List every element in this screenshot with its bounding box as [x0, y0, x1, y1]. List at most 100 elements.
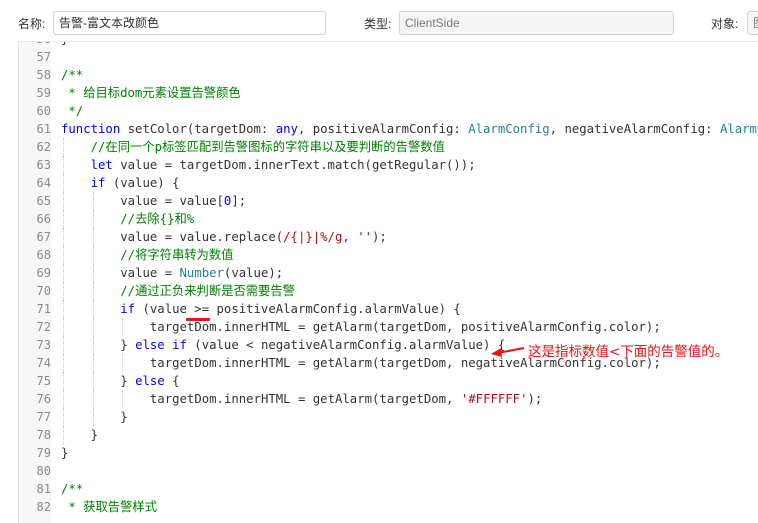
code-token: ];	[231, 194, 247, 208]
code-token: else if	[135, 338, 187, 352]
line-code: targetDom.innerHTML = getAlarm(targetDom…	[150, 390, 542, 408]
code-token: /**	[61, 68, 84, 82]
red-underline-mark	[186, 318, 210, 321]
line-code: //在同一个p标签匹配到告警图标的字符串以及要判断的告警数值	[91, 138, 445, 156]
line-code: function setColor(targetDom: any, positi…	[61, 120, 758, 138]
code-token: any	[275, 122, 298, 136]
line-code: }	[61, 444, 68, 462]
indent-guide	[92, 282, 94, 300]
code-token: //通过正负来判断是否需要告警	[120, 284, 295, 298]
indent-guide	[92, 192, 94, 210]
code-line: 72 targetDom.innerHTML = getAlarm(targetD…	[19, 318, 758, 336]
line-code: }	[120, 408, 127, 426]
code-token: */	[61, 104, 84, 118]
line-code: /**	[61, 480, 83, 498]
indent-guide	[63, 192, 64, 210]
indent-guide	[63, 156, 64, 174]
line-number: 75	[36, 374, 51, 388]
line-number: 82	[36, 500, 51, 514]
line-code: * 给目标dom元素设置告警颜色	[61, 84, 241, 102]
name-input[interactable]: 告警-富文本改颜色	[53, 11, 326, 35]
indent-guide	[92, 372, 94, 390]
code-token: }	[61, 42, 68, 46]
indent-guide	[63, 246, 64, 264]
code-line: 71 if (value >= positiveAlarmConfig.alarm…	[19, 300, 758, 318]
code-token: * 获取告警样式	[61, 500, 157, 514]
indent-guide	[92, 228, 94, 246]
code-token: if	[90, 176, 106, 190]
line-number: 71	[36, 302, 51, 316]
code-line: 63 let value = targetDom.innerText.match(…	[19, 156, 758, 174]
code-line: 66 //去除{}和%	[19, 210, 758, 228]
line-number: 67	[36, 230, 51, 244]
line-number: 69	[36, 266, 51, 280]
code-token: else	[135, 374, 165, 388]
code-token: (value);	[223, 266, 284, 280]
code-token: ,	[342, 230, 358, 244]
indent-guide	[63, 408, 64, 426]
code-line: 65 value = value[0];	[19, 192, 758, 210]
indent-guide	[122, 354, 124, 372]
code-token: /{|}|%/g	[283, 230, 343, 244]
code-token: }	[120, 374, 136, 388]
line-number: 72	[36, 320, 51, 334]
code-token: }	[90, 428, 99, 442]
annotation-text: 这是指标数值<下面的告警值的。	[528, 344, 729, 360]
code-token: ''	[357, 230, 372, 244]
code-token: setColor(targetDom:	[120, 122, 276, 136]
code-token: //去除{}和%	[120, 212, 195, 226]
type-label: 类型:	[364, 17, 392, 31]
line-number: 81	[36, 482, 51, 496]
indent-guide	[92, 318, 94, 336]
code-editor[interactable]: 56}5758/**59 * 给目标dom元素设置告警颜色60 */61func…	[18, 41, 758, 523]
line-code: }	[61, 42, 68, 48]
code-token: if	[120, 302, 136, 316]
object-select[interactable]: 图	[747, 11, 758, 35]
code-token: (value >= positiveAlarmConfig.alarmValue…	[135, 302, 461, 316]
line-code: } else if (value < negativeAlarmConfig.a…	[120, 336, 505, 354]
line-code: if (value) {	[91, 174, 180, 192]
line-number: 77	[36, 410, 51, 424]
code-token: );	[527, 392, 543, 406]
line-code: value = value[0];	[120, 192, 246, 210]
line-code: let value = targetDom.innerText.match(ge…	[91, 156, 476, 174]
code-token: );	[372, 230, 387, 244]
line-code: //将字符串转为数值	[120, 246, 233, 264]
line-number: 64	[36, 176, 51, 190]
indent-guide	[63, 264, 64, 282]
type-input[interactable]: ClientSide	[399, 11, 674, 35]
code-token: , negativeAlarmConfig:	[549, 122, 720, 136]
line-code: targetDom.innerHTML = getAlarm(targetDom…	[150, 318, 661, 336]
code-line: 58 /**	[19, 66, 758, 84]
code-lines: 56}5758/**59 * 给目标dom元素设置告警颜色60 */61func…	[19, 42, 758, 516]
code-line: 59 * 给目标dom元素设置告警颜色	[19, 84, 758, 102]
code-token: {	[164, 374, 180, 388]
red-arrow-icon	[491, 347, 525, 357]
code-token: AlarmConfig	[468, 122, 550, 136]
object-label: 对象:	[711, 17, 739, 31]
line-number: 56	[19, 42, 51, 48]
line-number: 76	[36, 392, 51, 406]
indent-guide	[63, 210, 64, 228]
line-code: value = value.replace(/{|}|%/g, '');	[120, 228, 387, 246]
indent-guide	[122, 318, 124, 336]
line-code: */	[61, 102, 83, 120]
code-line: 67 value = value.replace(/{|}|%/g, '');	[19, 228, 758, 246]
line-number: 61	[36, 122, 51, 136]
code-token: /**	[61, 482, 84, 496]
line-number: 65	[36, 194, 51, 208]
code-line: 57	[19, 48, 758, 66]
line-number: 57	[36, 50, 51, 64]
code-line: 78}	[19, 426, 758, 444]
code-line: 70 //通过正负来判断是否需要告警	[19, 282, 758, 300]
line-number: 79	[36, 446, 51, 460]
line-number: 59	[36, 86, 51, 100]
code-line: 76 targetDom.innerHTML = getAlarm(targetD…	[19, 390, 758, 408]
indent-guide	[92, 210, 94, 228]
code-token: * 给目标dom元素设置告警颜色	[61, 86, 241, 100]
code-token: //在同一个p标签匹配到告警图标的字符串以及要判断的告警数值	[90, 140, 445, 154]
line-code: } else {	[120, 372, 179, 390]
code-line: 64 if (value) {	[19, 174, 758, 192]
name-label: 名称:	[18, 17, 46, 31]
code-line: 81 /**	[19, 480, 758, 498]
